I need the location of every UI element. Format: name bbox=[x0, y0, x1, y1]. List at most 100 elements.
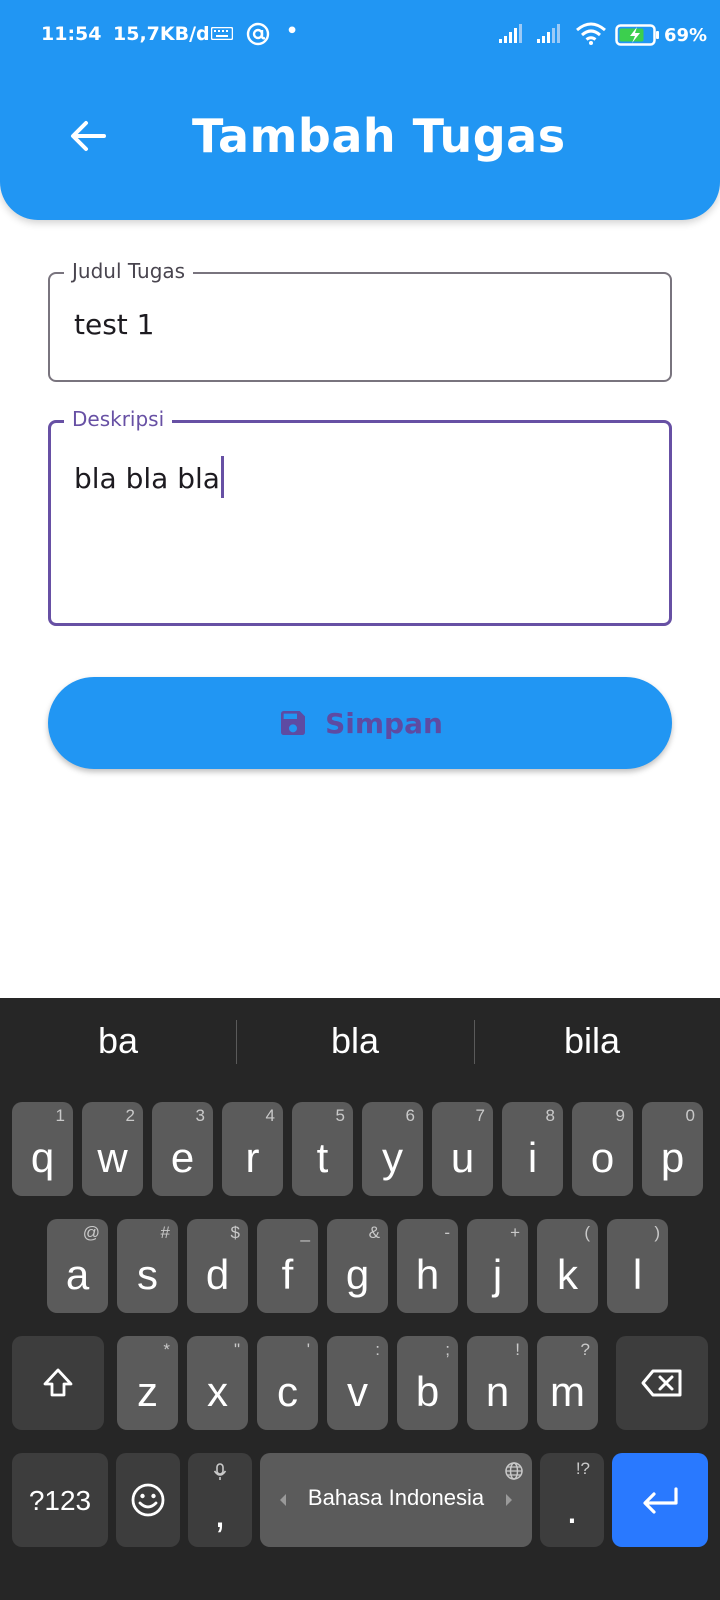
key-hint: @ bbox=[82, 1223, 100, 1242]
key-h[interactable]: -h bbox=[397, 1219, 458, 1313]
key-e[interactable]: 3e bbox=[152, 1102, 213, 1196]
suggestion-item[interactable]: bila bbox=[474, 1020, 710, 1062]
key-f[interactable]: _ f bbox=[257, 1219, 318, 1313]
shift-key[interactable] bbox=[12, 1336, 104, 1430]
keyboard-icon bbox=[211, 27, 233, 40]
save-button-label: Simpan bbox=[325, 706, 443, 740]
backspace-icon bbox=[641, 1369, 682, 1397]
key-hint: + bbox=[510, 1223, 520, 1242]
key-c[interactable]: ' c bbox=[257, 1336, 318, 1430]
signal-icon bbox=[499, 24, 522, 43]
text-caret bbox=[220, 456, 224, 498]
comma-key[interactable]: , bbox=[188, 1453, 252, 1547]
key-label: x bbox=[207, 1368, 228, 1415]
comma-key-label: , bbox=[214, 1489, 226, 1536]
key-hint: ' bbox=[306, 1340, 310, 1359]
title-field-label: Judul Tugas bbox=[64, 259, 194, 283]
space-key[interactable]: Bahasa Indonesia bbox=[260, 1453, 532, 1547]
key-label: c bbox=[277, 1368, 298, 1415]
key-o[interactable]: 9o bbox=[572, 1102, 633, 1196]
key-s[interactable]: # s bbox=[117, 1219, 178, 1313]
description-field[interactable]: Deskripsi bla bla bla bbox=[48, 407, 672, 626]
key-q[interactable]: 1q bbox=[12, 1102, 73, 1196]
key-u[interactable]: 7u bbox=[432, 1102, 493, 1196]
description-field-value: bla bla bla bbox=[74, 462, 220, 495]
key-v[interactable]: :v bbox=[327, 1336, 388, 1430]
emoji-key[interactable] bbox=[116, 1453, 180, 1547]
key-hint: _ bbox=[300, 1223, 310, 1242]
at-sign-icon bbox=[246, 22, 270, 46]
symbols-key[interactable]: ?123 bbox=[12, 1453, 108, 1547]
status-dot: • bbox=[286, 20, 299, 42]
key-hint: ) bbox=[654, 1223, 660, 1242]
space-key-label: Bahasa Indonesia bbox=[307, 1485, 485, 1510]
title-field-value: test 1 bbox=[74, 308, 155, 341]
key-label: v bbox=[347, 1368, 368, 1415]
key-y[interactable]: 6y bbox=[362, 1102, 423, 1196]
suggestion-strip: ba bla bila bbox=[0, 998, 720, 1090]
key-hint: 2 bbox=[125, 1106, 135, 1125]
status-bar: 11:54 15,7KB/d • 69% bbox=[0, 0, 720, 72]
status-time: 11:54 bbox=[41, 23, 102, 45]
period-key-label: . bbox=[566, 1485, 578, 1532]
key-hint: 0 bbox=[685, 1106, 695, 1125]
key-t[interactable]: 5t bbox=[292, 1102, 353, 1196]
key-b[interactable]: ; b bbox=[397, 1336, 458, 1430]
key-hint: & bbox=[368, 1223, 380, 1242]
key-label: f bbox=[281, 1251, 294, 1298]
key-label: r bbox=[245, 1134, 260, 1181]
key-hint: 8 bbox=[545, 1106, 555, 1125]
suggestion-item[interactable]: bla bbox=[237, 1020, 473, 1062]
battery-percent: 69% bbox=[664, 25, 708, 46]
description-field-label: Deskripsi bbox=[64, 407, 173, 431]
key-d[interactable]: $ d bbox=[187, 1219, 248, 1313]
title-field[interactable]: Judul Tugas test 1 bbox=[48, 259, 672, 382]
key-label: n bbox=[485, 1368, 510, 1415]
page-title: Tambah Tugas bbox=[192, 109, 566, 163]
battery-charging-icon bbox=[615, 24, 659, 46]
key-z[interactable]: * z bbox=[117, 1336, 178, 1430]
wifi-icon bbox=[576, 22, 606, 45]
arrow-left-icon[interactable] bbox=[64, 112, 112, 160]
key-label: k bbox=[557, 1251, 578, 1298]
key-k[interactable]: (k bbox=[537, 1219, 598, 1313]
key-label: j bbox=[492, 1251, 503, 1298]
period-key-hint: !? bbox=[575, 1459, 590, 1478]
key-r[interactable]: 4r bbox=[222, 1102, 283, 1196]
key-label: z bbox=[137, 1368, 158, 1415]
key-hint: 7 bbox=[475, 1106, 485, 1125]
save-button[interactable]: Simpan bbox=[48, 677, 672, 769]
key-hint: 1 bbox=[55, 1106, 65, 1125]
key-p[interactable]: 0p bbox=[642, 1102, 703, 1196]
key-w[interactable]: 2w bbox=[82, 1102, 143, 1196]
key-hint: # bbox=[160, 1223, 170, 1242]
key-hint: ( bbox=[584, 1223, 590, 1242]
status-network-speed: 15,7KB/d bbox=[113, 23, 210, 45]
key-hint: 4 bbox=[265, 1106, 275, 1125]
key-label: y bbox=[382, 1134, 403, 1181]
signal-icon bbox=[537, 24, 560, 43]
key-hint: 6 bbox=[405, 1106, 415, 1125]
enter-key[interactable] bbox=[612, 1453, 708, 1547]
suggestion-item[interactable]: ba bbox=[0, 1020, 236, 1062]
key-l[interactable]: ) l bbox=[607, 1219, 668, 1313]
key-x[interactable]: " x bbox=[187, 1336, 248, 1430]
caret-right-icon bbox=[506, 1494, 512, 1506]
key-label: m bbox=[550, 1368, 585, 1415]
key-m[interactable]: ? m bbox=[537, 1336, 598, 1430]
period-key[interactable]: !? . bbox=[540, 1453, 604, 1547]
app-bar: 11:54 15,7KB/d • 69% Tambah Tugas bbox=[0, 0, 720, 220]
key-label: o bbox=[590, 1134, 615, 1181]
key-n[interactable]: ! n bbox=[467, 1336, 528, 1430]
key-g[interactable]: & g bbox=[327, 1219, 388, 1313]
key-label: d bbox=[205, 1251, 230, 1298]
key-label: w bbox=[97, 1134, 128, 1181]
key-j[interactable]: + j bbox=[467, 1219, 528, 1313]
key-label: b bbox=[415, 1368, 440, 1415]
key-label: h bbox=[415, 1251, 440, 1298]
key-a[interactable]: @ a bbox=[47, 1219, 108, 1313]
key-i[interactable]: 8i bbox=[502, 1102, 563, 1196]
key-label: g bbox=[345, 1251, 370, 1298]
backspace-key[interactable] bbox=[616, 1336, 708, 1430]
key-hint: ! bbox=[515, 1340, 520, 1359]
